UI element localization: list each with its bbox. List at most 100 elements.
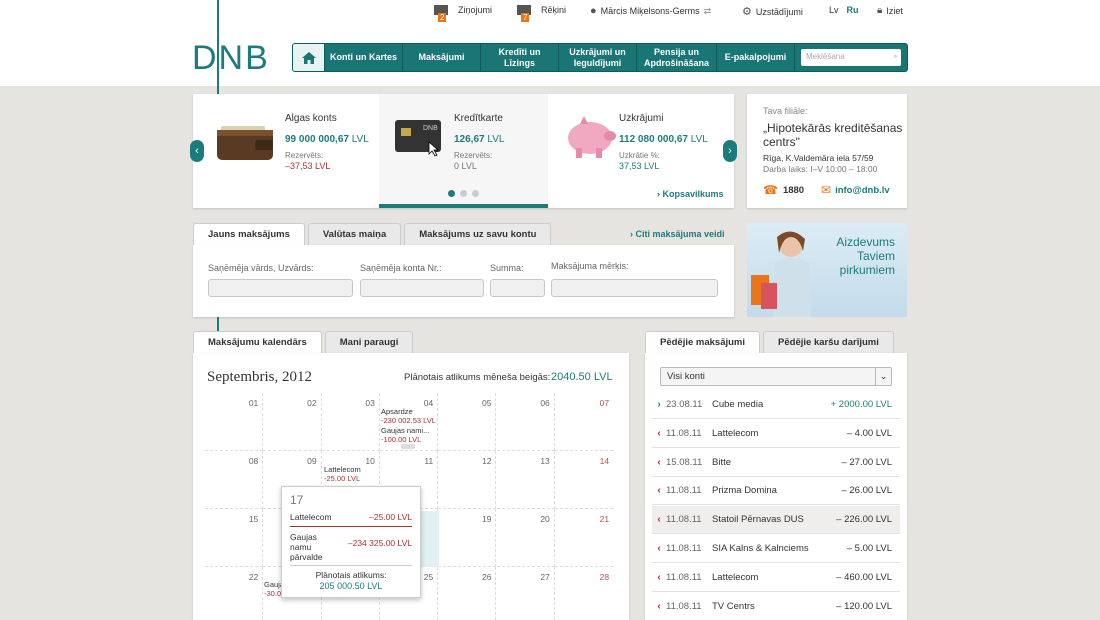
messages-link[interactable]: 2 Ziņojumi [434,5,493,22]
tab-payment-calendar[interactable]: Maksājumu kalendārs [193,331,322,353]
arrow-left-icon: ‹ [657,543,661,554]
nav-savings-investments[interactable]: Uzkrājumi un Ieguldījumi [559,44,637,71]
settings-label: Uzstādījumi [755,6,803,17]
calendar-day[interactable]: 12 [438,451,497,509]
nav-accounts-cards[interactable]: Konti un Kartes [325,44,403,71]
payment-row[interactable]: ‹ 11.08.11 Prizma Domina – 26.00 LVL [652,477,900,506]
day-number: 27 [540,572,550,582]
calendar-day[interactable]: 02 [263,393,322,451]
branch-address: Rīga, K.Valdemāra iela 57/59 [763,153,874,163]
nav-credits-leasing[interactable]: Kredīti un Līzings [481,44,559,71]
calendar-day[interactable]: 03 [321,393,380,451]
payment-amount: – 5.00 LVL [846,543,892,554]
payment-merchant: Lattelecom [712,571,759,583]
promo-line1: Aizdevums [836,235,895,249]
calendar-event[interactable]: Gaujas nami... -100.00 LVL [381,426,429,444]
nav-e-services[interactable]: E-pakalpojumi [717,44,795,71]
calendar-day[interactable]: 15 [205,509,264,567]
calendar-day[interactable]: 07 [554,393,614,451]
search-input[interactable]: Meklēšana ◦ [801,49,901,66]
main-nav: Konti un Kartes Maksājumi Kredīti un Līz… [292,43,908,72]
home-button[interactable] [293,44,325,71]
calendar-day[interactable]: 27 [497,567,555,620]
tab-last-payments[interactable]: Pēdējie maksājumi [645,331,761,353]
carousel-dot[interactable] [448,190,455,197]
calendar-day[interactable]: 21 [554,509,614,567]
day-number: 10 [365,456,375,466]
lang-lv[interactable]: Lv [829,5,839,15]
carousel-dot[interactable] [472,190,479,197]
calendar-day[interactable]: 20 [496,509,555,567]
carousel-dot[interactable] [460,190,467,197]
tab-own-account[interactable]: Maksājums uz savu kontu [404,223,552,245]
recipient-account-label: Saņēmēja konta Nr.: [360,263,442,273]
more-events-icon[interactable] [401,444,415,449]
branch-name[interactable]: „Hipotekārās kreditēšanas centrs" [763,121,903,149]
payment-tabs: Jauns maksājums Valūtas maiņa Maksājums … [193,223,552,245]
branch-email[interactable]: ✉ info@dnb.lv [821,183,890,197]
branch-phone[interactable]: ☎ 1880 [763,183,804,197]
calendar-day[interactable]: 05 [438,393,497,451]
arrow-left-icon: ‹ [657,427,661,439]
messages-label: Ziņojumi [458,5,493,15]
summary-link[interactable]: › Kopsavilkums [657,189,724,199]
popup-planned-value: 205 000.50 LVL [319,581,383,591]
promo-banner[interactable]: Aizdevums Taviem pirkumiem [747,223,907,317]
filter-value: Visi konti [667,371,705,382]
day-number: 15 [248,514,259,524]
day-number: 28 [599,572,610,582]
calendar-day[interactable]: 08 [205,451,264,509]
recipient-name-input[interactable] [208,279,353,297]
calendar-day[interactable]: 14 [554,451,614,509]
calendar-day[interactable]: 26 [438,567,497,620]
lock-icon: 🔒︎ [877,5,883,16]
tab-last-card-transactions[interactable]: Pēdējie karšu darījumi [763,331,894,353]
payment-row[interactable]: › 23.08.11 Cube media + 2000.00 LVL [652,391,900,419]
calendar-event[interactable]: Lattelecom -25.00 LVL [324,465,361,483]
payment-row[interactable]: ‹ 11.08.11 Lattelecom – 460.00 LVL [652,564,900,592]
calendar-event[interactable]: Apsardze -230 002.53 LVL [381,407,436,425]
other-payments-link[interactable]: › Citi maksājuma veidi [630,229,725,239]
day-number: 19 [482,514,492,524]
search-icon[interactable]: ◦ [894,51,897,61]
tab-currency-exchange[interactable]: Valūtas maiņa [307,223,402,245]
amount-input[interactable] [490,279,545,297]
calendar-day[interactable]: 01 [205,393,264,451]
payment-row[interactable]: ‹ 15.08.11 Bitte – 27.00 LVL [652,449,900,477]
bills-link[interactable]: 7 Rēķini [517,5,566,22]
calendar-day[interactable]: 06 [496,393,555,451]
account-amount: 126,67 LVL [454,134,505,145]
nav-pension-insurance[interactable]: Pensija un Apdrošināšana [637,44,717,71]
day-number: 06 [540,398,550,408]
settings-link[interactable]: ⚙ Uzstādījumi [742,5,803,18]
lang-ru[interactable]: Ru [847,5,859,15]
account-card-salary[interactable]: Algas konts 99 000 000,67 LVL Rezervēts:… [193,94,379,208]
payment-row[interactable]: ‹ 11.08.11 Lattelecom – 4.00 LVL [652,420,900,448]
popup-row-value: –25.00 LVL [369,512,412,522]
logout-link[interactable]: 🔒︎ Iziet [877,5,903,16]
recipient-account-input[interactable] [360,279,484,297]
payment-amount: – 226.00 LVL [836,514,892,526]
nav-payments[interactable]: Maksājumi [403,44,481,71]
payment-row[interactable]: ‹ 11.08.11 Statoil Pērnavas DUS – 226.00 LV… [652,506,900,535]
payment-row[interactable]: ‹ 11.08.11 TV Centrs – 120.00 LVL [652,593,900,620]
dnb-logo[interactable]: DNB [192,40,270,76]
payment-form: Saņēmēja vārds, Uzvārds: Saņēmēja konta … [193,245,734,317]
account-filter-select[interactable]: Visi konti ⌄ [660,367,892,386]
tab-my-templates[interactable]: Mani paraugi [324,331,414,353]
payment-row[interactable]: ‹ 11.08.11 SIA Kalns & Kalnciems – 5.00 LVL [652,535,900,563]
payment-merchant: Bitte [712,456,732,468]
calendar-day[interactable]: 28 [555,567,613,620]
planned-balance-value: 2040.50 LVL [551,371,613,383]
user-link[interactable]: ● Mārcis Miķelsons-Germs ⇄ [590,5,711,17]
branch-label: Tava filiāle: [763,106,808,116]
payment-amount: – 26.00 LVL [841,485,892,497]
calendar-day[interactable]: 22 [205,567,264,620]
tab-new-payment[interactable]: Jauns maksājums [193,223,305,245]
calendar-day[interactable]: 19 [438,509,497,567]
calendar-day[interactable]: 13 [496,451,555,509]
day-number: 08 [248,456,259,466]
purpose-input[interactable] [551,279,718,297]
payment-amount: – 460.00 LVL [836,571,892,583]
arrow-left-icon: ‹ [657,514,661,526]
